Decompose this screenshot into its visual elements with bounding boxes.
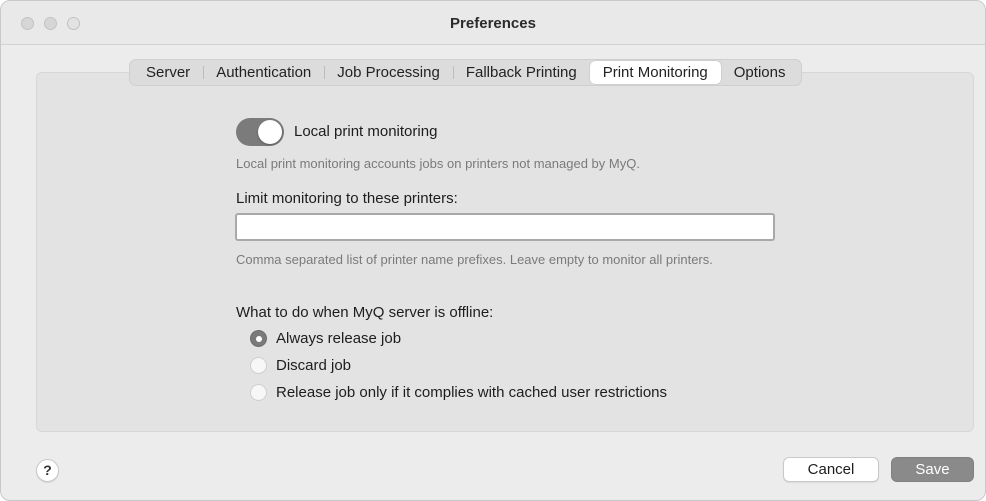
- radio-button[interactable]: [250, 357, 267, 374]
- cancel-button[interactable]: Cancel: [783, 457, 879, 482]
- toggle-knob: [258, 120, 282, 144]
- tab-options[interactable]: Options: [721, 61, 799, 84]
- radio-discard-job[interactable]: Discard job: [250, 357, 351, 374]
- radio-label: Discard job: [276, 357, 352, 374]
- tab-fallback-printing[interactable]: Fallback Printing: [452, 61, 590, 84]
- radio-label: Release job only if it complies with cac…: [276, 384, 668, 401]
- limit-printers-help: Comma separated list of printer name pre…: [236, 252, 713, 267]
- radio-always-release-job[interactable]: Always release job: [250, 330, 401, 347]
- radio-label: Always release job: [276, 330, 402, 347]
- tab-print-monitoring[interactable]: Print Monitoring: [589, 61, 721, 84]
- radio-button-selected[interactable]: [250, 330, 267, 347]
- title-bar: Preferences: [1, 1, 985, 45]
- radio-button[interactable]: [250, 384, 267, 401]
- window-title: Preferences: [450, 15, 536, 32]
- tab-server[interactable]: Server: [133, 61, 203, 84]
- local-print-monitoring-help: Local print monitoring accounts jobs on …: [236, 156, 640, 171]
- radio-release-if-complies[interactable]: Release job only if it complies with cac…: [250, 384, 667, 401]
- offline-behavior-label: What to do when MyQ server is offline:: [236, 304, 494, 321]
- limit-printers-label: Limit monitoring to these printers:: [236, 190, 458, 207]
- tab-bar: Server Authentication Job Processing Fal…: [129, 59, 803, 86]
- tab-job-processing[interactable]: Job Processing: [324, 61, 453, 84]
- local-print-monitoring-toggle[interactable]: [236, 118, 284, 146]
- limit-printers-input[interactable]: [235, 213, 775, 241]
- save-button[interactable]: Save: [891, 457, 974, 482]
- preferences-window: Preferences Server Authentication Job Pr…: [0, 0, 986, 501]
- tab-authentication[interactable]: Authentication: [203, 61, 324, 84]
- help-button[interactable]: ?: [36, 459, 59, 482]
- local-print-monitoring-label: Local print monitoring: [294, 123, 438, 140]
